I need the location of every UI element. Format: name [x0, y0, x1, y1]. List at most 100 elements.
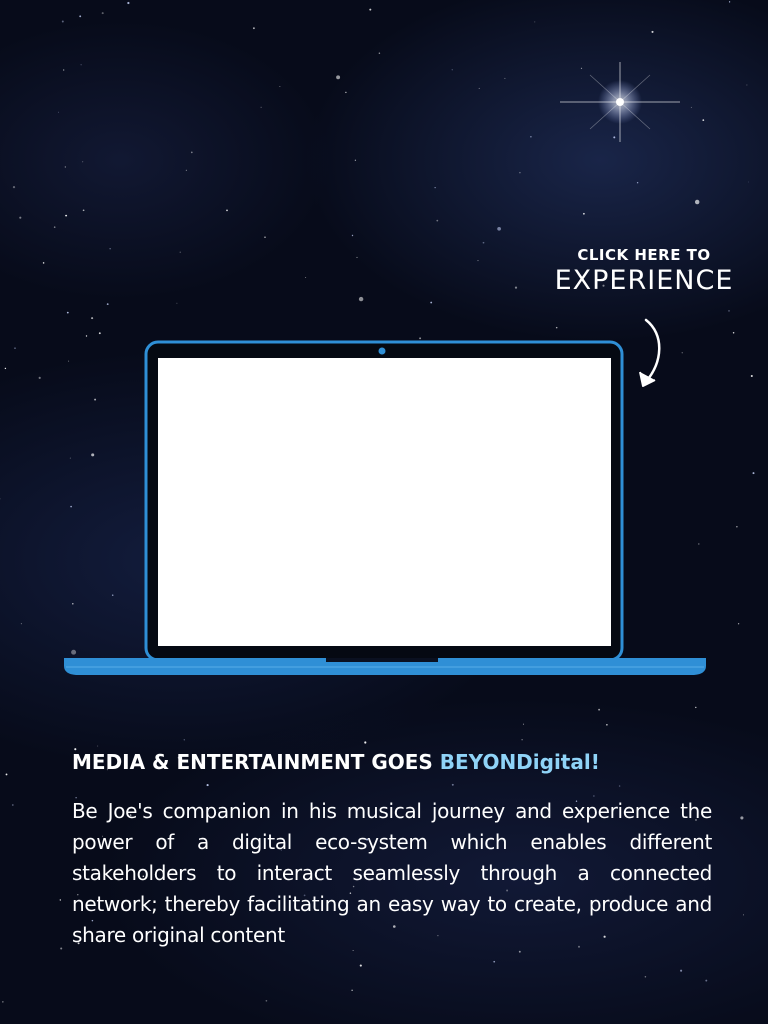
star	[750, 374, 753, 378]
headline-prefix: MEDIA & ENTERTAINMENT GOES	[72, 750, 440, 774]
star	[0, 498, 1, 500]
star	[183, 739, 185, 741]
star	[580, 67, 583, 69]
star	[65, 214, 68, 217]
star	[66, 311, 69, 314]
star	[345, 91, 347, 94]
star	[351, 989, 353, 991]
cta-small-label: CLICK HERE TO	[577, 246, 711, 264]
cta-big-label: EXPERIENCE	[554, 265, 734, 296]
star	[482, 241, 485, 244]
star	[636, 182, 639, 184]
star	[354, 159, 357, 161]
laptop-screen[interactable]	[158, 358, 611, 646]
star	[279, 86, 281, 88]
star	[419, 337, 422, 340]
star	[179, 251, 181, 253]
star	[522, 723, 525, 725]
star	[534, 21, 536, 23]
star	[82, 161, 84, 163]
star	[514, 286, 518, 289]
star	[14, 347, 16, 349]
star	[79, 15, 82, 18]
star	[748, 181, 749, 183]
headline: MEDIA & ENTERTAINMENT GOES BEYONDigital!	[72, 750, 712, 774]
star	[226, 209, 228, 212]
star	[736, 526, 738, 528]
star	[206, 784, 209, 787]
star	[190, 151, 193, 154]
star	[752, 472, 755, 475]
star	[109, 248, 111, 250]
star	[20, 623, 22, 625]
star	[98, 332, 101, 335]
star	[694, 199, 700, 205]
star	[451, 69, 453, 71]
star	[618, 785, 621, 787]
star	[740, 816, 744, 820]
star	[695, 706, 697, 709]
star	[493, 960, 496, 963]
star	[728, 1, 731, 3]
star	[91, 317, 94, 320]
star	[728, 310, 730, 312]
description-text: Be Joe's companion in his musical journe…	[72, 799, 712, 947]
star	[644, 976, 647, 978]
star	[369, 8, 372, 11]
star	[680, 969, 683, 972]
star	[530, 136, 532, 138]
star	[504, 77, 506, 79]
star	[359, 964, 362, 967]
star	[58, 111, 59, 113]
star	[702, 119, 705, 121]
star	[364, 741, 367, 744]
star	[252, 27, 255, 30]
star	[82, 209, 85, 212]
star	[356, 256, 358, 258]
star	[690, 106, 692, 108]
star	[305, 277, 307, 278]
star	[97, 745, 99, 747]
star	[430, 301, 433, 304]
headline-highlight: BEYONDigital!	[439, 750, 600, 774]
star	[742, 914, 745, 916]
star	[737, 623, 740, 625]
star	[378, 52, 381, 55]
star	[478, 87, 480, 89]
star	[127, 1, 130, 5]
star	[85, 335, 88, 337]
star	[264, 236, 266, 239]
star	[63, 69, 65, 71]
star	[451, 783, 454, 786]
star	[583, 212, 585, 215]
star	[351, 234, 354, 237]
experience-cta[interactable]: CLICK HERE TO EXPERIENCE	[540, 246, 748, 296]
star	[606, 723, 608, 726]
star	[106, 303, 109, 305]
star	[64, 166, 66, 168]
star	[101, 12, 104, 15]
star	[176, 302, 178, 304]
star	[80, 64, 82, 66]
star	[59, 899, 61, 901]
star	[61, 20, 64, 23]
star	[185, 169, 187, 171]
star	[434, 187, 436, 189]
star	[42, 262, 45, 264]
star	[4, 367, 7, 370]
star	[598, 708, 601, 711]
star	[477, 260, 479, 262]
star	[5, 773, 8, 776]
star	[519, 171, 521, 174]
star	[613, 136, 616, 139]
star	[555, 326, 558, 329]
star	[705, 979, 708, 982]
star	[265, 999, 268, 1002]
star	[732, 331, 735, 334]
star	[260, 106, 262, 108]
star	[358, 296, 364, 302]
star	[521, 739, 523, 741]
star	[2, 1001, 4, 1003]
star	[38, 376, 41, 379]
star	[336, 75, 341, 80]
